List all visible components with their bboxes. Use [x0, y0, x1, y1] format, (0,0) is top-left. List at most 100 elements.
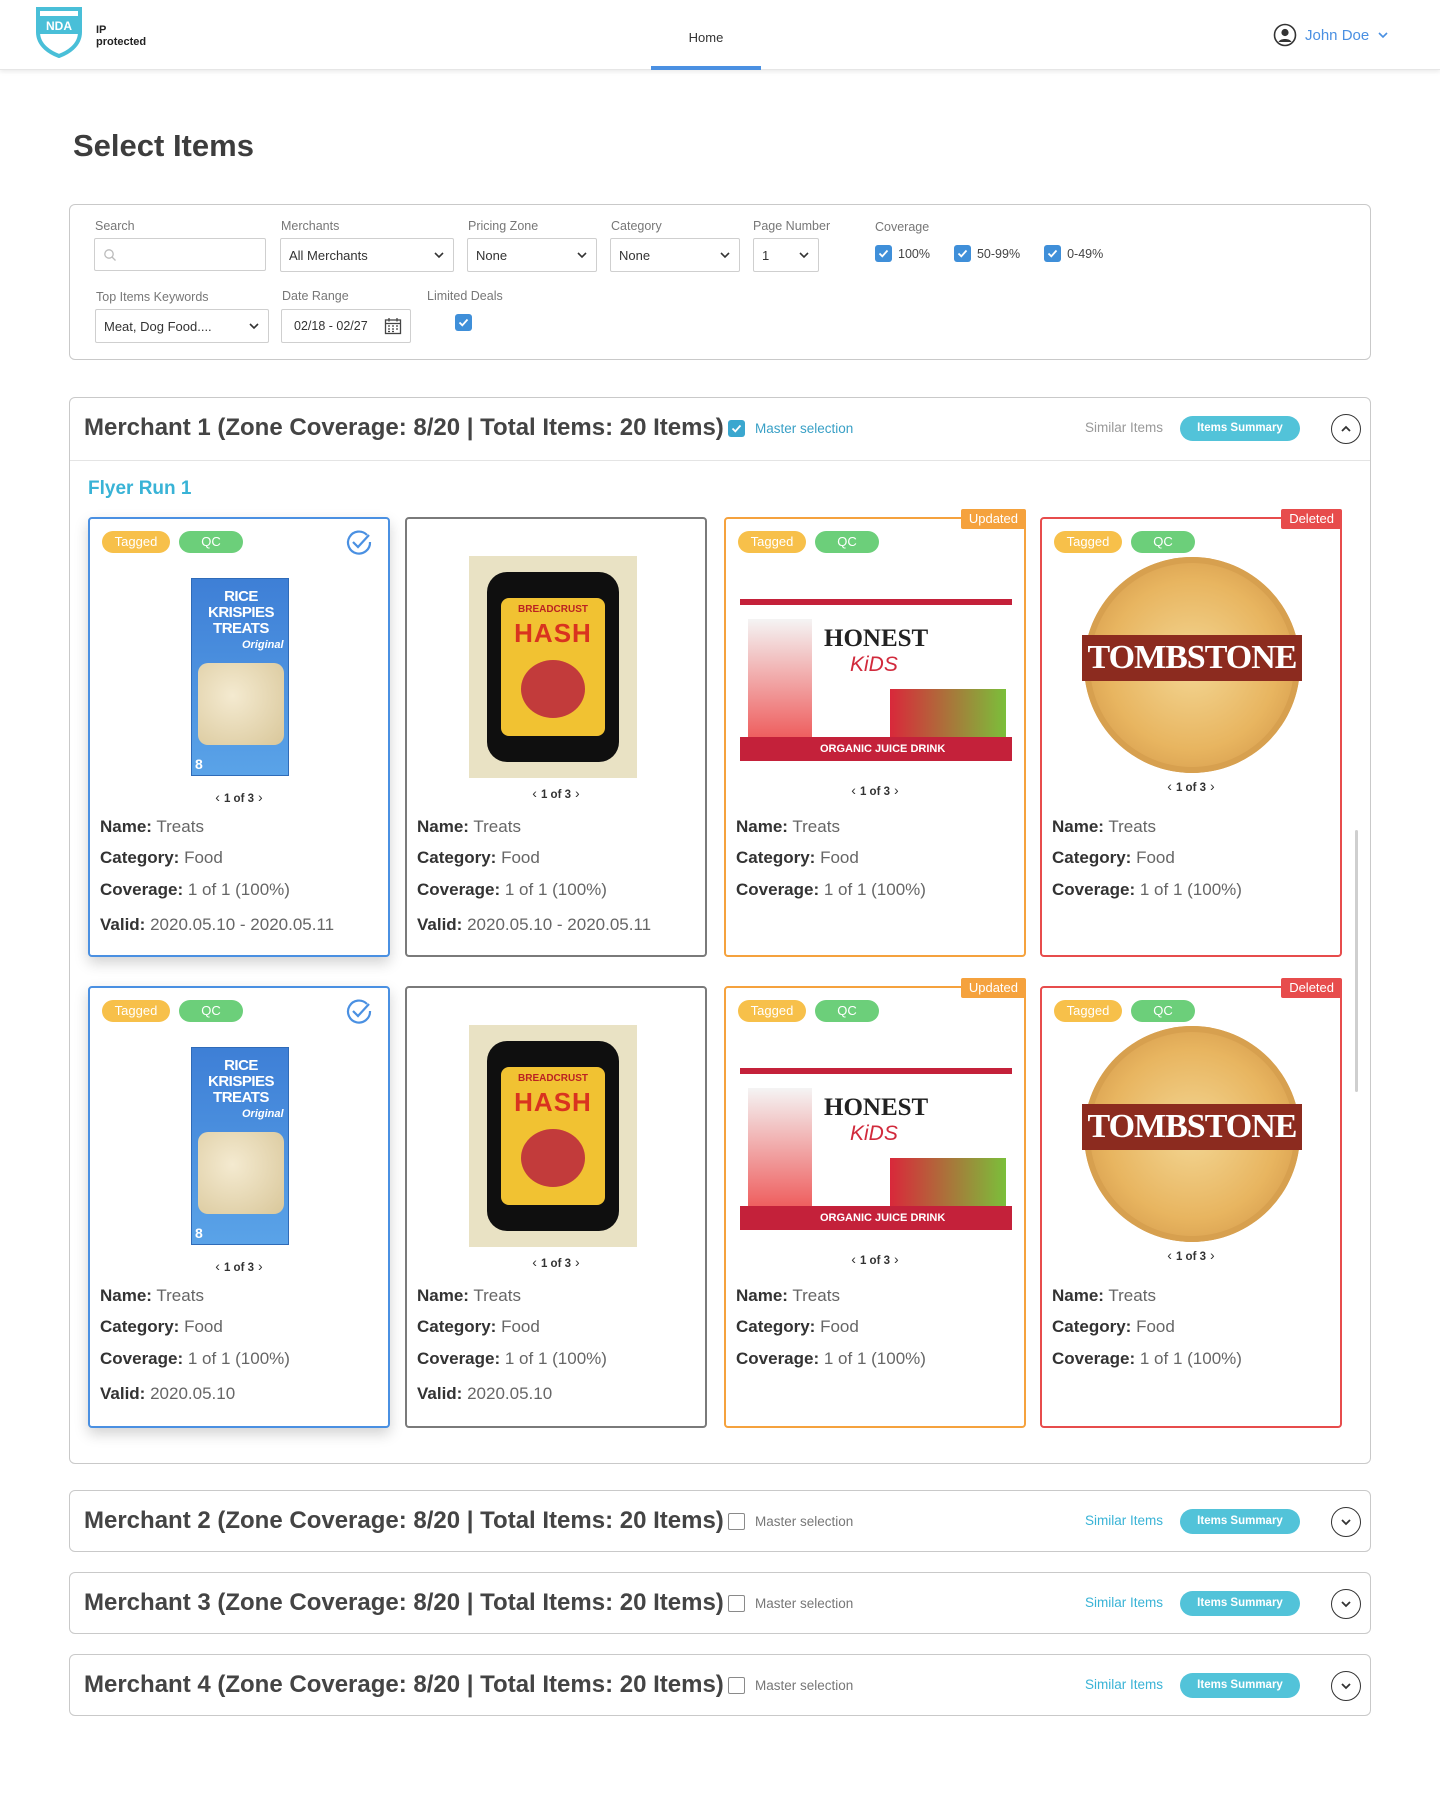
product-name: Name: Treats [736, 1286, 840, 1305]
coverage-100-label: 100% [898, 246, 930, 261]
chevron-down-icon [577, 252, 587, 259]
user-menu[interactable]: John Doe [1273, 22, 1389, 48]
calendar-icon[interactable] [384, 317, 402, 335]
product-name: Name: Treats [1052, 817, 1156, 836]
chevron-down-icon [720, 252, 730, 259]
checkmark-icon [878, 249, 889, 258]
coverage-0-49-checkbox[interactable] [1044, 245, 1062, 262]
product-card[interactable]: Deleted Tagged QC TOMBSTONE ‹ 1 of 3 › Nam… [1040, 978, 1342, 1428]
similar-items-link[interactable]: Similar Items [1085, 1513, 1163, 1528]
chevron-down-icon [1341, 1601, 1351, 1608]
merchant-panel-header[interactable]: Merchant 4 (Zone Coverage: 8/20 | Total … [70, 1655, 1370, 1717]
product-name: Name: Treats [736, 817, 840, 836]
top-items-keywords-select[interactable]: Meat, Dog Food.... [95, 309, 269, 343]
expand-toggle-button[interactable] [1331, 1589, 1361, 1619]
master-selection[interactable]: Master selection [728, 1677, 853, 1694]
chevron-up-icon [1341, 425, 1351, 432]
nav-tab-home[interactable]: Home [651, 0, 761, 70]
master-selection[interactable]: Master selection [728, 420, 853, 437]
collapse-toggle-button[interactable] [1331, 414, 1361, 444]
master-selection[interactable]: Master selection [728, 1513, 853, 1530]
deleted-flag: Deleted [1281, 978, 1342, 998]
date-range-value: 02/18 - 02/27 [294, 319, 368, 333]
product-name: Name: Treats [417, 1286, 521, 1305]
product-image: HONEST KiDS ORGANIC JUICE DRINK [738, 1064, 1014, 1234]
page-number-select-value: 1 [762, 247, 770, 263]
chevron-down-icon [1378, 32, 1388, 39]
product-category: Category: Food [100, 1317, 223, 1336]
top-navigation-bar: NDA IP protected Home John Doe [0, 0, 1440, 70]
pager-text: 1 of 3 [859, 1255, 891, 1267]
merchant-panel-1: Merchant 1 (Zone Coverage: 8/20 | Total … [69, 397, 1371, 1464]
merchant-panel-header[interactable]: Merchant 3 (Zone Coverage: 8/20 | Total … [70, 1573, 1370, 1635]
items-summary-button[interactable]: Items Summary [1180, 1591, 1300, 1616]
product-card[interactable]: Updated Tagged QC HONEST KiDS ORGANIC JUIC… [724, 509, 1026, 957]
master-selection-checkbox[interactable] [728, 1595, 745, 1612]
pager-text: 1 of 3 [223, 793, 255, 805]
image-pager[interactable]: ‹ 1 of 3 › [724, 782, 1026, 798]
product-card[interactable]: Tagged QC RICE KRISPIES TREATS Original 8 … [88, 517, 390, 957]
items-summary-button[interactable]: Items Summary [1180, 1673, 1300, 1698]
image-pager[interactable]: ‹ 1 of 3 › [88, 789, 390, 805]
merchant-title: Merchant 2 (Zone Coverage: 8/20 | Total … [84, 1507, 724, 1534]
merchant-panel-3: Merchant 3 (Zone Coverage: 8/20 | Total … [69, 1572, 1371, 1634]
master-selection-checkbox[interactable] [728, 1513, 745, 1530]
items-summary-button[interactable]: Items Summary [1180, 416, 1300, 441]
nda-logo[interactable]: NDA IP protected [34, 6, 184, 64]
limited-deals-checkbox[interactable] [455, 314, 472, 331]
product-card[interactable]: Tagged QC RICE KRISPIES TREATS Original 8 … [88, 986, 390, 1428]
expand-toggle-button[interactable] [1331, 1507, 1361, 1537]
image-pager[interactable]: ‹ 1 of 3 › [405, 1254, 707, 1270]
product-valid: Valid: 2020.05.10 [417, 1384, 553, 1403]
image-pager[interactable]: ‹ 1 of 3 › [1040, 778, 1342, 794]
pager-text: 1 of 3 [1175, 782, 1207, 794]
user-avatar-icon [1273, 23, 1297, 47]
page-number-select[interactable]: 1 [753, 238, 819, 272]
product-card[interactable]: Updated Tagged QC HONEST KiDS ORGANIC JUIC… [724, 978, 1026, 1428]
master-selection-checkbox[interactable] [728, 1677, 745, 1694]
page-title: Select Items [73, 128, 254, 163]
merchant-panel-header: Merchant 1 (Zone Coverage: 8/20 | Total … [70, 398, 1370, 460]
merchant-title: Merchant 4 (Zone Coverage: 8/20 | Total … [84, 1671, 724, 1698]
logo-caption: IP protected [96, 24, 146, 48]
product-card[interactable]: BREADCRUST HASH ‹ 1 of 3 › Name: Treats Cat… [405, 517, 707, 957]
pager-text: 1 of 3 [540, 789, 572, 801]
image-pager[interactable]: ‹ 1 of 3 › [724, 1251, 1026, 1267]
image-pager[interactable]: ‹ 1 of 3 › [88, 1258, 390, 1274]
selected-check-icon[interactable] [345, 529, 373, 557]
checkmark-icon [731, 424, 742, 433]
product-coverage: Coverage: 1 of 1 (100%) [736, 1349, 926, 1368]
product-valid: Valid: 2020.05.10 - 2020.05.11 [417, 915, 652, 934]
product-card[interactable]: Deleted Tagged QC TOMBSTONE ‹ 1 of 3 › Nam… [1040, 509, 1342, 957]
selected-check-icon[interactable] [345, 998, 373, 1026]
pricing-zone-label: Pricing Zone [468, 219, 539, 233]
pricing-zone-select[interactable]: None [467, 238, 597, 272]
product-card[interactable]: BREADCRUST HASH ‹ 1 of 3 › Name: Treats Cat… [405, 986, 707, 1428]
product-coverage: Coverage: 1 of 1 (100%) [100, 1349, 290, 1368]
category-select[interactable]: None [610, 238, 740, 272]
image-pager[interactable]: ‹ 1 of 3 › [1040, 1247, 1342, 1263]
product-coverage: Coverage: 1 of 1 (100%) [417, 1349, 607, 1368]
product-category: Category: Food [736, 1317, 859, 1336]
image-pager[interactable]: ‹ 1 of 3 › [405, 785, 707, 801]
master-selection[interactable]: Master selection [728, 1595, 853, 1612]
tagged-badge: Tagged [1054, 1000, 1122, 1022]
product-category: Category: Food [1052, 848, 1175, 867]
merchant-panel-header[interactable]: Merchant 2 (Zone Coverage: 8/20 | Total … [70, 1491, 1370, 1553]
similar-items-link[interactable]: Similar Items [1085, 1677, 1163, 1692]
coverage-50-99-checkbox[interactable] [953, 245, 971, 262]
similar-items-link[interactable]: Similar Items [1085, 420, 1163, 435]
master-selection-label: Master selection [755, 1514, 854, 1529]
items-summary-button[interactable]: Items Summary [1180, 1509, 1300, 1534]
pager-text: 1 of 3 [1175, 1251, 1207, 1263]
date-range-input[interactable]: 02/18 - 02/27 [281, 309, 411, 343]
pager-text: 1 of 3 [223, 1262, 255, 1274]
similar-items-link[interactable]: Similar Items [1085, 1595, 1163, 1610]
merchants-select[interactable]: All Merchants [280, 238, 454, 272]
search-input[interactable] [94, 238, 266, 271]
master-selection-checkbox[interactable] [728, 420, 745, 437]
coverage-100-checkbox[interactable] [875, 245, 892, 262]
expand-toggle-button[interactable] [1331, 1671, 1361, 1701]
scrollbar[interactable] [1355, 830, 1358, 1092]
tagged-badge: Tagged [738, 1000, 806, 1022]
